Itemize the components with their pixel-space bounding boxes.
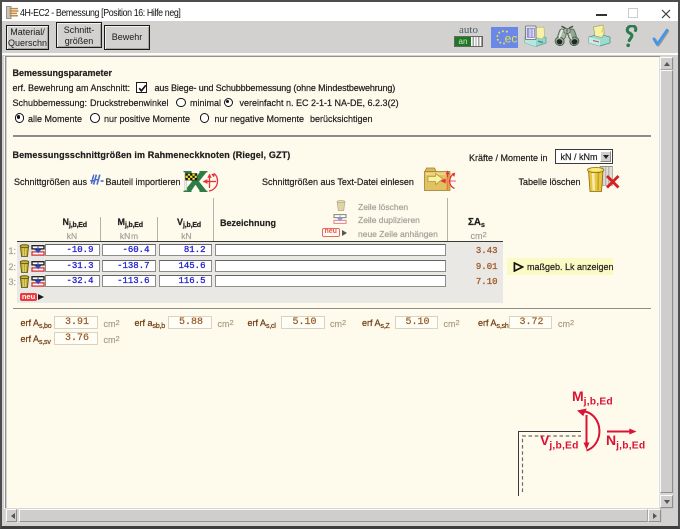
svg-text:Nj,b,Ed: Nj,b,Ed <box>606 432 645 452</box>
svg-text:ec: ec <box>505 31 518 45</box>
svg-text:Mj,b,Ed: Mj,b,Ed <box>572 388 613 408</box>
svg-text:Vj,b,Ed: Vj,b,Ed <box>540 432 579 452</box>
